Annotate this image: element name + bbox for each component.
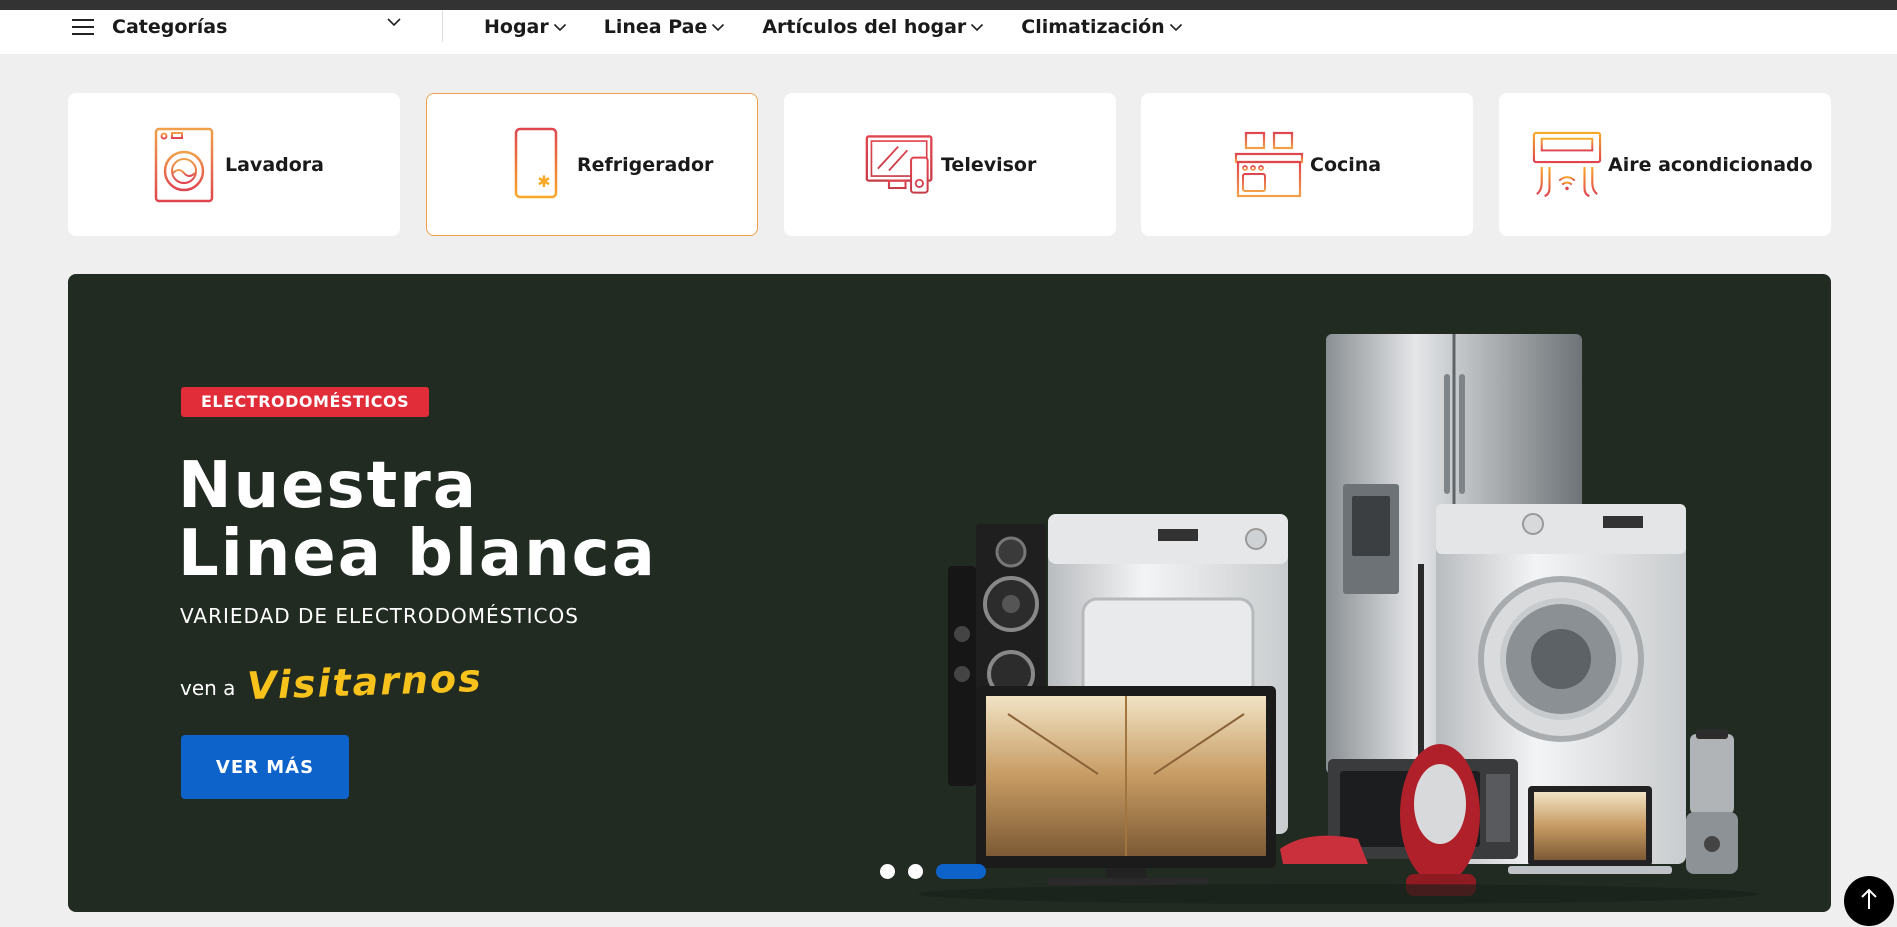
category-card-televisor[interactable]: Televisor <box>784 93 1116 236</box>
chevron-down-icon <box>711 23 725 32</box>
category-label: Lavadora <box>225 153 324 176</box>
main-navbar: Categorías Hogar Linea Pae Artículos del… <box>0 10 1897 54</box>
washing-machine-icon <box>149 126 219 204</box>
scroll-to-top-button[interactable] <box>1844 876 1894 926</box>
category-card-cocina[interactable]: Cocina <box>1141 93 1473 236</box>
chevron-down-icon <box>1169 23 1183 32</box>
nav-divider <box>442 10 443 42</box>
carousel-dots <box>880 864 999 879</box>
appliances-product-image <box>918 334 1758 904</box>
hamburger-icon <box>72 19 94 35</box>
nav-link-label: Artículos del hogar <box>762 16 967 38</box>
nav-link-linea-pae[interactable]: Linea Pae <box>604 16 726 38</box>
cta-highlight: Visitarnos <box>246 655 484 709</box>
ver-mas-button[interactable]: VER MÁS <box>181 735 349 799</box>
hero-title: Nuestra Linea blanca <box>178 452 657 588</box>
carousel-dot-2[interactable] <box>908 864 923 879</box>
hero-title-line2: Linea blanca <box>178 517 657 591</box>
svg-text:✱: ✱ <box>537 172 550 191</box>
category-label: Cocina <box>1310 153 1382 176</box>
category-card-lavadora[interactable]: Lavadora <box>68 93 400 236</box>
categories-label: Categorías <box>112 16 228 38</box>
cta-line: ven a Visitarnos <box>180 656 484 708</box>
chevron-down-icon <box>553 23 567 32</box>
nav-link-label: Hogar <box>484 16 549 38</box>
television-icon <box>865 126 935 204</box>
nav-link-climatizacion[interactable]: Climatización <box>1021 16 1182 38</box>
chevron-down-icon <box>970 23 984 32</box>
arrow-up-icon <box>1860 888 1878 914</box>
nav-link-label: Climatización <box>1021 16 1165 38</box>
hero-subtitle: VARIEDAD DE ELECTRODOMÉSTICOS <box>180 604 579 628</box>
refrigerator-icon: ✱ <box>501 126 571 204</box>
chevron-down-icon <box>386 17 402 27</box>
air-conditioner-icon <box>1532 126 1602 204</box>
nav-link-label: Linea Pae <box>603 16 708 38</box>
carousel-dot-3-active[interactable] <box>936 864 986 879</box>
top-strip <box>0 0 1897 10</box>
hero-title-line1: Nuestra <box>178 449 478 523</box>
hero-banner: ELECTRODOMÉSTICOS Nuestra Linea blanca V… <box>68 274 1831 912</box>
stove-icon <box>1234 126 1304 204</box>
category-badge: ELECTRODOMÉSTICOS <box>181 387 430 417</box>
cta-prefix: ven a <box>180 676 236 700</box>
nav-links: Hogar Linea Pae Artículos del hogar Clim… <box>484 10 1220 44</box>
category-card-aire-acondicionado[interactable]: Aire acondicionado <box>1499 93 1831 236</box>
category-label: Televisor <box>941 153 1037 176</box>
category-label: Refrigerador <box>577 153 714 176</box>
nav-link-hogar[interactable]: Hogar <box>484 16 567 38</box>
category-card-refrigerador[interactable]: ✱ Refrigerador <box>426 93 758 236</box>
carousel-dot-1[interactable] <box>880 864 895 879</box>
categories-menu[interactable]: Categorías <box>72 10 402 44</box>
category-label: Aire acondicionado <box>1608 153 1813 176</box>
nav-link-articulos-hogar[interactable]: Artículos del hogar <box>762 16 984 38</box>
